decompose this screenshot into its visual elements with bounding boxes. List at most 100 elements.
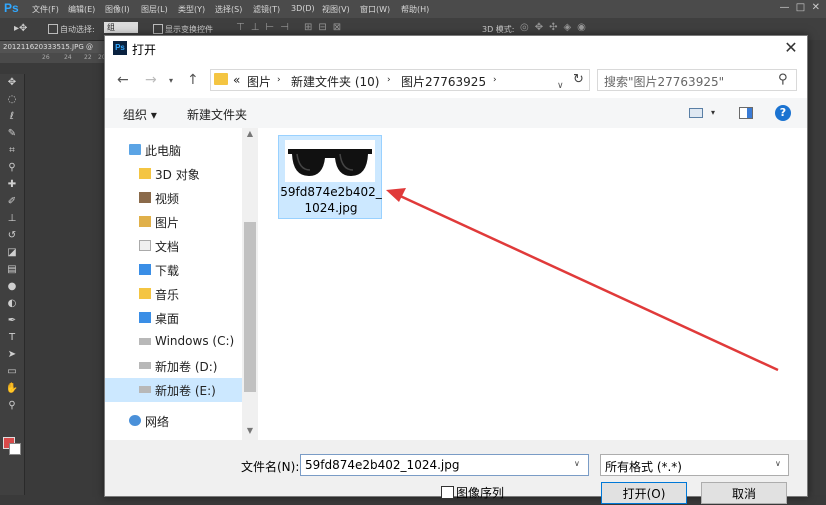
eraser-tool-icon[interactable]: ◪ (0, 244, 24, 261)
menu-edit[interactable]: 编辑(E) (68, 4, 95, 15)
type-tool-icon[interactable]: T (0, 329, 24, 346)
nav-item-3d-objects[interactable]: 3D 对象 (105, 162, 242, 186)
menu-type[interactable]: 类型(Y) (178, 4, 205, 15)
filename-value: 59fd874e2b402_1024.jpg (305, 458, 460, 472)
chevron-right-icon[interactable]: › (277, 75, 281, 85)
nav-item-drive-e[interactable]: 新加卷 (E:) (105, 378, 242, 402)
cancel-button[interactable]: 取消 (701, 482, 787, 504)
filename-input[interactable]: 59fd874e2b402_1024.jpg (300, 454, 589, 476)
3d-mode-icons[interactable]: ◎✥✣◈◉ (520, 22, 592, 33)
forward-arrow-icon[interactable]: → (145, 72, 157, 88)
zoom-tool-icon[interactable]: ⚲ (0, 397, 24, 414)
address-dropdown-icon[interactable]: ∨ (557, 81, 564, 91)
nav-item-documents[interactable]: 文档 (105, 234, 242, 258)
move-tool-icon[interactable]: ✥ (0, 74, 24, 91)
document-tab[interactable]: 201211620333515.JPG @ (0, 41, 105, 53)
menu-3d[interactable]: 3D(D) (291, 4, 315, 13)
menu-layer[interactable]: 图层(L) (141, 4, 168, 15)
address-bar[interactable]: « 图片 › 新建文件夹 (10) › 图片27763925 › ∨ ↻ (210, 69, 590, 91)
new-folder-button[interactable]: 新建文件夹 (187, 106, 247, 123)
ps-menubar: Ps 文件(F) 编辑(E) 图像(I) 图层(L) 类型(Y) 选择(S) 滤… (0, 0, 826, 18)
filename-dropdown-icon[interactable]: ∨ (574, 459, 580, 468)
organize-button[interactable]: 组织 ▾ (123, 106, 157, 123)
menu-window[interactable]: 窗口(W) (360, 4, 390, 15)
crop-tool-icon[interactable]: ⌗ (0, 142, 24, 159)
nav-item-pictures[interactable]: 图片 (105, 210, 242, 234)
menu-image[interactable]: 图像(I) (105, 4, 130, 15)
menu-help[interactable]: 帮助(H) (401, 4, 429, 15)
back-arrow-icon[interactable]: ← (117, 72, 129, 88)
hand-tool-icon[interactable]: ✋ (0, 380, 24, 397)
scroll-down-icon[interactable]: ▼ (242, 426, 258, 435)
file-type-dropdown-icon[interactable]: ∨ (775, 459, 781, 468)
view-mode-icon[interactable] (689, 108, 703, 118)
background-color-swatch[interactable] (9, 443, 21, 455)
move-tool-icon[interactable]: ▸✥ (14, 23, 27, 34)
eyedropper-tool-icon[interactable]: ⚲ (0, 159, 24, 176)
refresh-icon[interactable]: ↻ (573, 72, 584, 87)
view-dropdown-icon[interactable]: ▾ (711, 108, 715, 117)
ruler-tick: 26 (42, 54, 50, 61)
marquee-tool-icon[interactable]: ◌ (0, 91, 24, 108)
quick-select-tool-icon[interactable]: ✎ (0, 125, 24, 142)
up-arrow-icon[interactable]: ↑ (187, 72, 199, 88)
filename-label: 文件名(N): (241, 460, 300, 474)
nav-label: 新加卷 (D:) (155, 360, 218, 374)
image-sequence-checkbox[interactable] (441, 486, 454, 499)
menu-view[interactable]: 视图(V) (322, 4, 350, 15)
preview-pane-icon[interactable] (739, 107, 753, 119)
auto-select-checkbox[interactable] (48, 24, 58, 34)
nav-item-this-pc[interactable]: 此电脑 (105, 138, 242, 162)
align-icons[interactable]: ⊤⊥⊢⊣ ⊞⊟⊠ (236, 22, 347, 33)
file-type-select[interactable]: 所有格式 (*.*) (600, 454, 789, 476)
chevron-right-icon[interactable]: › (493, 75, 497, 85)
pen-tool-icon[interactable]: ✒ (0, 312, 24, 329)
menu-filter[interactable]: 滤镜(T) (253, 4, 280, 15)
ruler-tick: 22 (84, 54, 92, 61)
nav-item-network[interactable]: 网络 (105, 409, 242, 433)
open-button[interactable]: 打开(O) (601, 482, 687, 504)
nav-item-downloads[interactable]: 下载 (105, 258, 242, 282)
nav-item-drive-d[interactable]: 新加卷 (D:) (105, 354, 242, 378)
recent-dropdown-icon[interactable]: ▾ (169, 76, 173, 85)
help-icon[interactable]: ? (775, 105, 791, 121)
sunglasses-thumbnail (285, 140, 375, 182)
photoshop-icon: Ps (113, 41, 127, 55)
blur-tool-icon[interactable]: ● (0, 278, 24, 295)
history-brush-icon[interactable]: ↺ (0, 227, 24, 244)
menu-select[interactable]: 选择(S) (215, 4, 242, 15)
breadcrumb-current[interactable]: 图片27763925 (401, 73, 486, 90)
nav-label: 3D 对象 (155, 168, 200, 182)
auto-select-dropdown[interactable]: 组 (104, 22, 138, 33)
search-box[interactable]: 搜索"图片27763925" ⚲ (597, 69, 797, 91)
downloads-folder-icon (139, 264, 151, 275)
breadcrumb-new-folder[interactable]: 新建文件夹 (10) (291, 73, 379, 90)
healing-tool-icon[interactable]: ✚ (0, 176, 24, 193)
scroll-up-icon[interactable]: ▲ (242, 129, 258, 138)
nav-item-drive-c[interactable]: Windows (C:) (105, 330, 242, 354)
shape-tool-icon[interactable]: ▭ (0, 363, 24, 380)
nav-item-music[interactable]: 音乐 (105, 282, 242, 306)
window-controls[interactable]: — □ ✕ (779, 2, 820, 13)
search-icon[interactable]: ⚲ (778, 72, 788, 87)
close-icon[interactable]: ✕ (779, 37, 803, 59)
stamp-tool-icon[interactable]: ⊥ (0, 210, 24, 227)
breadcrumb-pictures[interactable]: 图片 (247, 73, 271, 90)
path-select-icon[interactable]: ➤ (0, 346, 24, 363)
chevron-right-icon[interactable]: › (387, 75, 391, 85)
nav-item-desktop[interactable]: 桌面 (105, 306, 242, 330)
nav-label: 下载 (155, 264, 180, 278)
search-input[interactable]: 搜索"图片27763925" (604, 73, 724, 90)
file-item[interactable]: 59fd874e2b402_1024.jpg (278, 135, 382, 219)
nav-label: 音乐 (155, 288, 180, 302)
dodge-tool-icon[interactable]: ◐ (0, 295, 24, 312)
show-transform-checkbox[interactable] (153, 24, 163, 34)
nav-scrollbar[interactable]: ▲ ▼ (242, 128, 258, 440)
lasso-tool-icon[interactable]: ℓ (0, 108, 24, 125)
scrollbar-thumb[interactable] (244, 222, 256, 392)
brush-tool-icon[interactable]: ✐ (0, 193, 24, 210)
breadcrumb-prefix[interactable]: « (233, 73, 240, 87)
nav-item-videos[interactable]: 视频 (105, 186, 242, 210)
gradient-tool-icon[interactable]: ▤ (0, 261, 24, 278)
menu-file[interactable]: 文件(F) (32, 4, 59, 15)
